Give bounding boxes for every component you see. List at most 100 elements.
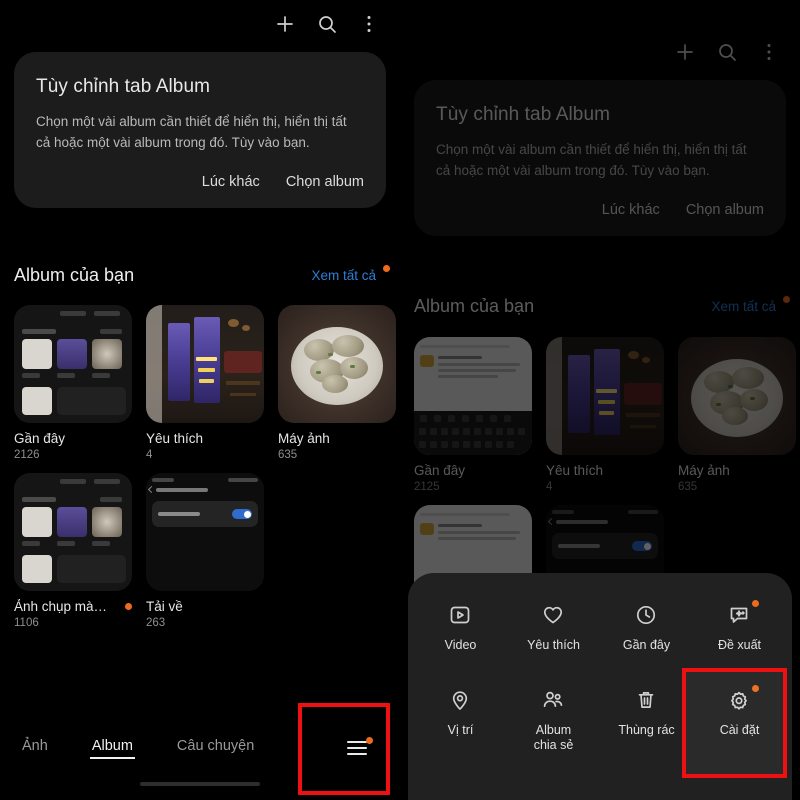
see-all-link[interactable]: Xem tất cả xyxy=(711,296,790,314)
thumbnail-art-ui-screenshot xyxy=(14,473,132,591)
album-card[interactable]: Yêu thích 4 xyxy=(546,337,664,493)
sheet-item-label: Vị trí xyxy=(447,722,474,737)
album-card[interactable]: Yêu thích 4 xyxy=(146,305,264,461)
sheet-item-label: Gần đây xyxy=(622,638,671,652)
customize-album-tab-card: Tùy chỉnh tab Album Chọn một vài album c… xyxy=(414,80,786,236)
sheet-item-label: Album chia sẻ xyxy=(533,722,574,753)
heart-icon xyxy=(541,603,567,629)
people-icon xyxy=(541,688,567,714)
bottom-sheet-menu: Video Yêu thích Gần đây Đề xuất Vị trí A… xyxy=(408,573,792,800)
sheet-item-suggestions[interactable]: Đề xuất xyxy=(693,599,786,658)
album-card[interactable]: Máy ảnh 635 xyxy=(278,305,396,461)
top-action-bar xyxy=(400,32,800,72)
search-icon[interactable] xyxy=(314,11,340,37)
album-count: 4 xyxy=(546,481,553,493)
album-thumbnail xyxy=(414,337,532,455)
home-indicator xyxy=(140,782,260,786)
section-title: Album của bạn xyxy=(414,296,535,316)
album-name: Yêu thích xyxy=(546,463,604,478)
more-vertical-icon[interactable] xyxy=(756,39,782,65)
hamburger-menu-icon[interactable] xyxy=(340,735,374,761)
sheet-item-label: Video xyxy=(444,638,477,652)
sheet-item-recent[interactable]: Gần đây xyxy=(600,599,693,658)
location-pin-icon xyxy=(448,688,474,714)
top-action-bar xyxy=(0,4,400,44)
sheet-item-video[interactable]: Video xyxy=(414,599,507,658)
your-albums-header: Album của bạn Xem tất cả xyxy=(414,296,790,317)
choose-album-button[interactable]: Chọn album xyxy=(286,174,364,190)
album-card[interactable]: Gần đây 2126 xyxy=(14,305,132,461)
album-count: 263 xyxy=(146,617,166,629)
album-thumbnail xyxy=(278,305,396,423)
bottom-sheet-grid: Video Yêu thích Gần đây Đề xuất Vị trí A… xyxy=(414,599,786,758)
album-name: Yêu thích xyxy=(146,431,204,446)
phone-screen-step-2: Tùy chỉnh tab Album Chọn một vài album c… xyxy=(400,0,800,800)
toggle-switch-on xyxy=(232,509,252,519)
trash-icon xyxy=(634,688,660,714)
album-thumbnail xyxy=(146,473,264,591)
choose-album-button[interactable]: Chọn album xyxy=(686,202,764,218)
card-title: Tùy chỉnh tab Album xyxy=(36,76,211,97)
sheet-item-shared-albums[interactable]: Album chia sẻ xyxy=(507,684,600,758)
thumbnail-art-ui-screenshot xyxy=(14,305,132,423)
see-all-link[interactable]: Xem tất cả xyxy=(311,265,390,283)
sheet-item-favourites[interactable]: Yêu thích xyxy=(507,599,600,658)
album-count: 1106 xyxy=(14,617,39,629)
card-body: Chọn một vài album cần thiết để hiển thị… xyxy=(36,114,347,150)
plus-icon[interactable] xyxy=(672,39,698,65)
album-name: Gần đây xyxy=(414,463,466,478)
see-all-badge-dot xyxy=(783,296,790,303)
sheet-item-label: Đề xuất xyxy=(717,638,762,652)
tab-photos[interactable]: Ảnh xyxy=(22,738,48,759)
tab-list: Ảnh Album Câu chuyện xyxy=(0,738,254,759)
sheet-item-trash[interactable]: Thùng rác xyxy=(600,684,693,758)
video-icon xyxy=(448,603,474,629)
see-all-label: Xem tất cả xyxy=(311,268,376,283)
suggestion-icon xyxy=(727,600,759,629)
screenshot-root: Tùy chỉnh tab Album Chọn một vài album c… xyxy=(0,0,800,800)
card-title: Tùy chỉnh tab Album xyxy=(436,104,611,125)
see-all-badge-dot xyxy=(383,265,390,272)
later-button[interactable]: Lúc khác xyxy=(602,202,660,218)
thumbnail-art-poster-photo xyxy=(546,337,664,455)
bottom-tab-bar: Ảnh Album Câu chuyện xyxy=(0,726,400,770)
thumbnail-art-food-photo xyxy=(678,337,796,455)
gear-icon xyxy=(727,684,759,714)
album-badge-dot xyxy=(125,603,132,610)
card-actions: Lúc khác Chọn album xyxy=(436,202,764,222)
tab-albums[interactable]: Album xyxy=(89,738,136,759)
plus-icon[interactable] xyxy=(272,11,298,37)
customize-album-tab-card: Tùy chỉnh tab Album Chọn một vài album c… xyxy=(14,52,386,208)
settings-badge-dot xyxy=(751,684,759,692)
thumbnail-art-chat-screenshot xyxy=(414,337,532,455)
album-count: 635 xyxy=(278,449,298,461)
album-count: 635 xyxy=(678,481,698,493)
album-card[interactable]: Gần đây 2125 xyxy=(414,337,532,493)
section-title: Album của bạn xyxy=(14,265,135,285)
album-card[interactable]: Ảnh chụp mà… 1106 xyxy=(14,473,132,629)
thumbnail-art-poster-photo xyxy=(146,305,264,423)
sheet-item-location[interactable]: Vị trí xyxy=(414,684,507,758)
album-name: Máy ảnh xyxy=(278,431,330,446)
later-button[interactable]: Lúc khác xyxy=(202,174,260,190)
phone-screen-step-1: Tùy chỉnh tab Album Chọn một vài album c… xyxy=(0,0,400,800)
album-name: Tải về xyxy=(146,599,183,614)
album-name-text: Ảnh chụp mà… xyxy=(14,599,108,614)
album-thumbnail xyxy=(546,337,664,455)
album-count: 2125 xyxy=(414,481,440,493)
suggestion-badge-dot xyxy=(751,600,759,607)
album-thumbnail xyxy=(146,305,264,423)
sheet-item-label: Cài đặt xyxy=(719,722,760,737)
album-count: 4 xyxy=(146,449,153,461)
sheet-item-label: Yêu thích xyxy=(527,638,580,652)
album-card[interactable]: Máy ảnh 635 xyxy=(678,337,796,493)
menu-badge-dot xyxy=(366,737,373,744)
more-vertical-icon[interactable] xyxy=(356,11,382,37)
sheet-item-settings[interactable]: Cài đặt xyxy=(693,684,786,758)
album-card[interactable]: Tải về 263 xyxy=(146,473,264,629)
album-count: 2126 xyxy=(14,449,40,461)
card-actions: Lúc khác Chọn album xyxy=(36,174,364,194)
search-icon[interactable] xyxy=(714,39,740,65)
card-body: Chọn một vài album cần thiết để hiển thị… xyxy=(436,142,747,178)
tab-stories[interactable]: Câu chuyện xyxy=(177,738,254,759)
